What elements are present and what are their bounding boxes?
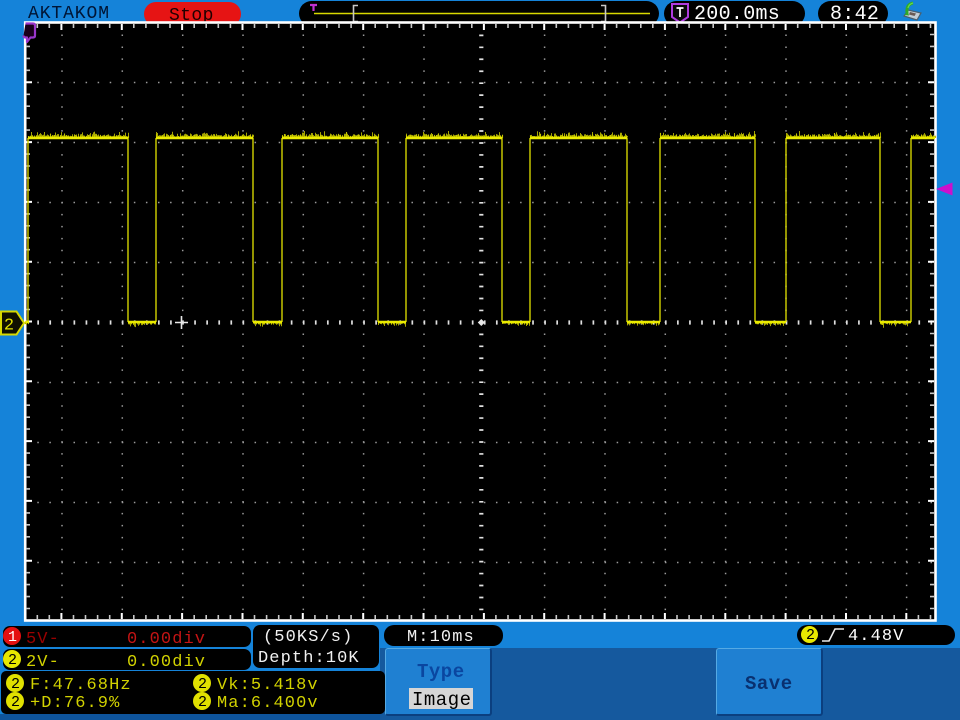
svg-text:2: 2 (4, 317, 14, 336)
